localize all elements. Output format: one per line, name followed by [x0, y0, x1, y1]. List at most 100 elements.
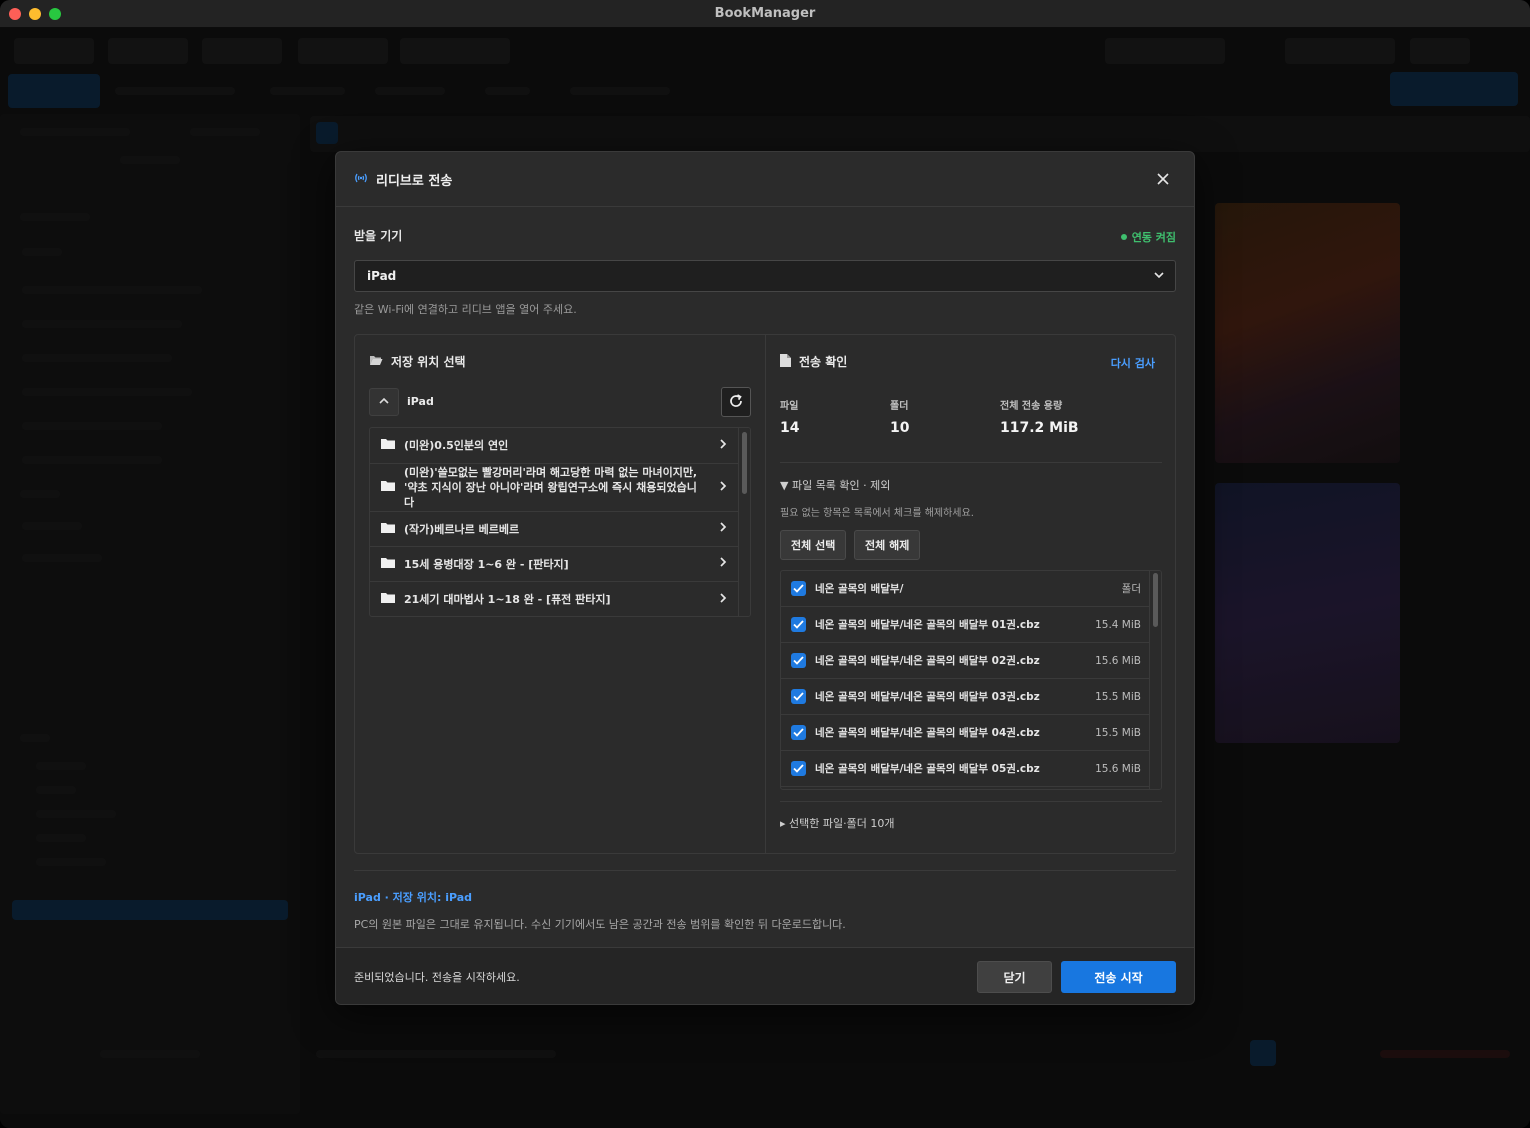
divider	[780, 462, 1162, 463]
dialog-title: 리디브로 전송	[376, 173, 453, 189]
destination-summary: iPad · 저장 위치: iPad	[354, 891, 473, 904]
divider	[780, 801, 1162, 802]
folder-item[interactable]: (미완)'쓸모없는 빨강머리'라며 해고당한 마력 없는 마녀이지만, '약초 …	[370, 464, 740, 512]
folder-item[interactable]: (미완)0.5인분의 연인	[370, 428, 740, 464]
stat-label: 전체 전송 용량	[1000, 401, 1063, 412]
footer-status: 준비되었습니다. 전송을 시작하세요.	[354, 971, 520, 984]
scrollbar-thumb[interactable]	[1153, 573, 1158, 627]
current-path: iPad	[407, 395, 434, 408]
refresh-button[interactable]	[721, 387, 751, 417]
chevron-right-icon	[718, 521, 728, 537]
file-row[interactable]: 네온 골목의 배달부/네온 골목의 배달부 01권.cbz 15.4 MiB	[781, 607, 1151, 643]
folder-name: (미완)'쓸모없는 빨강머리'라며 해고당한 마력 없는 마녀이지만, '약초 …	[404, 466, 698, 509]
folder-name: 15세 용병대장 1~6 완 - [판타지]	[404, 557, 569, 571]
file-row[interactable]: 네온 골목의 배달부/ 폴더	[781, 571, 1151, 607]
deselect-all-button[interactable]: 전체 해제	[854, 530, 921, 560]
checkbox-checked-icon[interactable]	[791, 653, 806, 668]
file-row[interactable]: 네온 골목의 배달부/네온 골목의 배달부 02권.cbz 15.6 MiB	[781, 643, 1151, 679]
checkbox-checked-icon[interactable]	[791, 581, 806, 596]
file-name: 네온 골목의 배달부/네온 골목의 배달부 01권.cbz	[815, 619, 1040, 631]
device-hint: 같은 Wi-Fi에 연결하고 리디브 앱을 열어 주세요.	[354, 303, 577, 316]
folder-list: (미완)0.5인분의 연인 (미완)'쓸모없는 빨강머리'라며 해고당한 마력 …	[369, 427, 751, 617]
selected-items-toggle[interactable]: ▸ 선택한 파일·폴더 10개	[780, 815, 894, 831]
file-list: 네온 골목의 배달부/ 폴더 네온 골목의 배달부/네온 골목의 배달부 01권…	[780, 570, 1162, 790]
connection-status-badge: 연동 켜짐	[1120, 229, 1176, 245]
folder-name: (작가)베르나르 베르베르	[404, 522, 520, 536]
file-size: 폴더	[1121, 583, 1141, 595]
chevron-down-icon	[1153, 269, 1165, 284]
folder-item[interactable]: 15세 용병대장 1~6 완 - [판타지]	[370, 547, 740, 582]
stat-files: 파일 14	[780, 397, 799, 436]
file-list-scrollbar[interactable]	[1149, 571, 1161, 789]
zoom-window-button[interactable]	[49, 8, 61, 20]
save-location-title-text: 저장 위치 선택	[391, 355, 466, 369]
refresh-icon	[728, 393, 744, 412]
recheck-link[interactable]: 다시 검사	[1111, 355, 1155, 371]
chevron-right-icon	[718, 592, 728, 608]
file-size: 15.6 MiB	[1095, 762, 1141, 775]
chevron-right-icon	[718, 480, 728, 496]
file-name: 네온 골목의 배달부/네온 골목의 배달부 05권.cbz	[815, 763, 1040, 775]
file-size: 15.4 MiB	[1095, 618, 1141, 631]
folder-item[interactable]: (작가)베르나르 베르베르	[370, 512, 740, 547]
file-name: 네온 골목의 배달부/	[815, 583, 904, 595]
folder-icon	[381, 438, 395, 453]
window-title: BookManager	[714, 6, 816, 21]
transfer-confirm-title-text: 전송 확인	[799, 355, 848, 369]
file-row[interactable]: 네온 골목의 배달부/네온 골목의 배달부 04권.cbz 15.5 MiB	[781, 715, 1151, 751]
folder-name: (미완)0.5인분의 연인	[404, 439, 509, 452]
status-dot-icon	[1120, 234, 1127, 240]
file-icon	[780, 353, 791, 370]
file-list-hint: 필요 없는 항목은 목록에서 체크를 해제하세요.	[780, 508, 974, 519]
stat-label: 파일	[780, 401, 799, 412]
chevron-up-icon	[378, 395, 390, 410]
folder-list-scrollbar[interactable]	[738, 428, 750, 616]
parent-folder-button[interactable]	[369, 388, 399, 416]
dialog-header: 리디브로 전송	[336, 152, 1194, 207]
start-transfer-button[interactable]: 전송 시작	[1061, 961, 1176, 993]
file-size: 15.5 MiB	[1095, 726, 1141, 739]
file-list-toggle[interactable]: ▼ 파일 목록 확인 · 제외	[780, 477, 890, 493]
save-location-panel: 저장 위치 선택 iPad (미완)0.5인분의 연인 (미완)'쓸모없는 빨강…	[355, 335, 766, 853]
connection-status-text: 연동 켜짐	[1131, 231, 1176, 244]
folder-icon	[381, 557, 395, 572]
file-row[interactable]: 네온 골목의 배달부/네온 골목의 배달부 05권.cbz 15.6 MiB	[781, 751, 1151, 787]
checkbox-checked-icon[interactable]	[791, 761, 806, 776]
stat-value: 14	[780, 420, 800, 436]
close-window-button[interactable]	[9, 8, 21, 20]
stat-total-size: 전체 전송 용량 117.2 MiB	[1000, 397, 1079, 436]
minimize-window-button[interactable]	[29, 8, 41, 20]
folder-item[interactable]: 21세기 대마법사 1~18 완 - [퓨전 판타지]	[370, 582, 740, 616]
preserve-note: PC의 원본 파일은 그대로 유지됩니다. 수신 기기에서도 남은 공간과 전송…	[354, 918, 846, 931]
folder-icon	[381, 480, 395, 495]
device-select[interactable]: iPad	[354, 260, 1176, 292]
checkbox-checked-icon[interactable]	[791, 689, 806, 704]
file-name: 네온 골목의 배달부/네온 골목의 배달부 04권.cbz	[815, 727, 1040, 739]
scrollbar-thumb[interactable]	[742, 432, 747, 494]
save-location-title: 저장 위치 선택	[369, 353, 466, 370]
folder-name: 21세기 대마법사 1~18 완 - [퓨전 판타지]	[404, 593, 611, 606]
stat-value: 117.2 MiB	[1000, 420, 1079, 436]
checkbox-checked-icon[interactable]	[791, 725, 806, 740]
title-bar: BookManager	[0, 0, 1530, 28]
folder-open-icon	[369, 354, 383, 369]
chevron-right-icon	[718, 438, 728, 454]
stat-folders: 폴더 10	[890, 397, 909, 436]
folder-icon	[381, 522, 395, 537]
transfer-panels: 저장 위치 선택 iPad (미완)0.5인분의 연인 (미완)'쓸모없는 빨강…	[354, 334, 1176, 854]
receiving-device-label: 받을 기기	[354, 229, 403, 243]
device-select-value: iPad	[367, 269, 397, 283]
transfer-confirm-title: 전송 확인	[780, 353, 847, 370]
folder-icon	[381, 592, 395, 607]
send-to-ridibooks-dialog: 리디브로 전송 받을 기기 연동 켜짐 iPad 같은 Wi-Fi에 연결하고 …	[335, 151, 1195, 1005]
close-button[interactable]: 닫기	[977, 961, 1052, 993]
dialog-footer: 준비되었습니다. 전송을 시작하세요. 닫기 전송 시작	[336, 947, 1194, 1004]
file-name: 네온 골목의 배달부/네온 골목의 배달부 02권.cbz	[815, 655, 1040, 667]
file-size: 15.5 MiB	[1095, 690, 1141, 703]
select-all-button[interactable]: 전체 선택	[780, 530, 847, 560]
close-icon[interactable]	[1152, 168, 1174, 190]
file-row[interactable]: 네온 골목의 배달부/네온 골목의 배달부 03권.cbz 15.5 MiB	[781, 679, 1151, 715]
checkbox-checked-icon[interactable]	[791, 617, 806, 632]
transfer-confirm-panel: 전송 확인 다시 검사 파일 14 폴더 10 전체 전송 용량 117.2 M…	[766, 335, 1175, 853]
file-name: 네온 골목의 배달부/네온 골목의 배달부 03권.cbz	[815, 691, 1040, 703]
